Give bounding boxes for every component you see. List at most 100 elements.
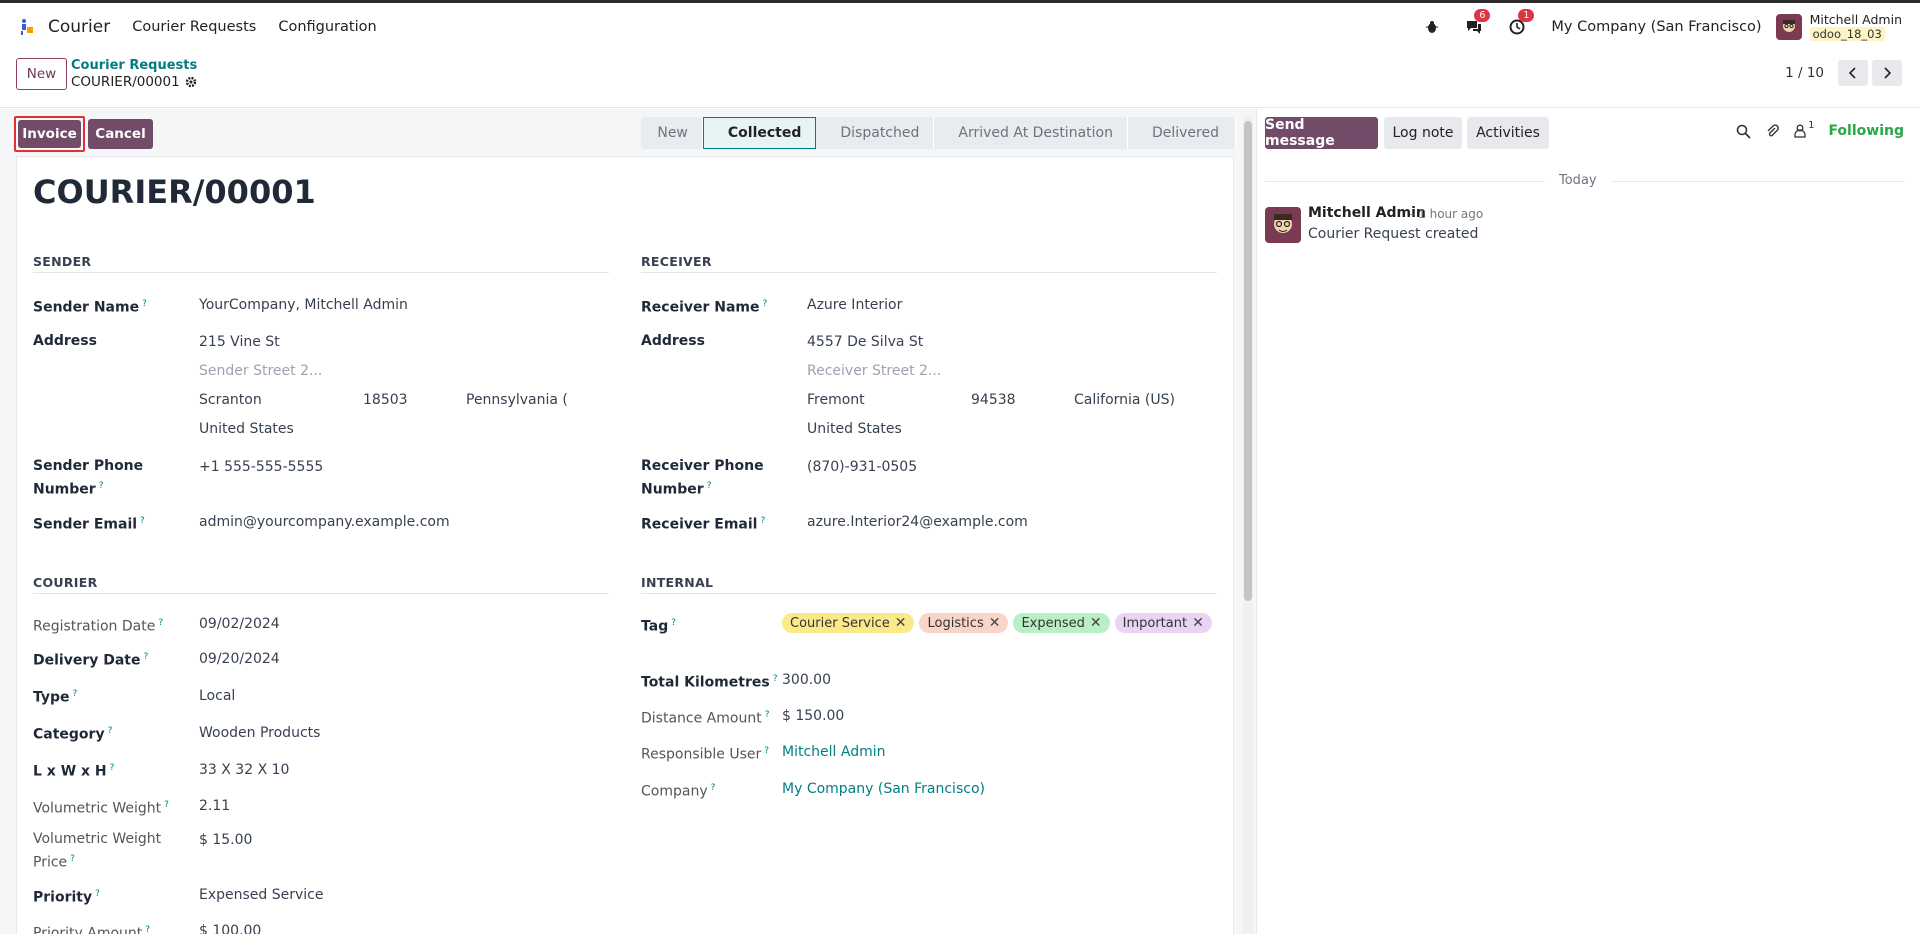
chatter-panel: Send message Log note Activities 1 Follo…	[1256, 109, 1920, 934]
tag-remove-icon[interactable]: ✕	[1090, 615, 1102, 631]
stage-arrived-at-destination[interactable]: Arrived At Destination	[934, 117, 1128, 149]
sender-email-label: Sender Email?	[33, 516, 145, 533]
tag-important: Important ✕	[1114, 613, 1212, 633]
stage-collected[interactable]: Collected	[702, 117, 817, 149]
paperclip-icon[interactable]	[1765, 123, 1780, 139]
gear-icon[interactable]	[185, 76, 197, 88]
user-name: Mitchell Admin	[1809, 11, 1902, 27]
receiver-email-label: Receiver Email?	[641, 516, 766, 533]
type-label: Type?	[33, 689, 78, 706]
stage-pipeline: New Collected Dispatched Arrived At Dest…	[641, 117, 1236, 149]
sender-name-field[interactable]: YourCompany, Mitchell Admin	[199, 295, 408, 315]
control-panel: New Courier Requests COURIER/00001 1 / 1…	[0, 50, 1920, 108]
menu-courier-requests[interactable]: Courier Requests	[132, 19, 256, 35]
registration-date-field[interactable]: 09/02/2024	[199, 614, 280, 634]
tag-logistics: Logistics ✕	[919, 613, 1009, 633]
pager-value[interactable]: 1 / 10	[1785, 65, 1824, 81]
receiver-phone-field[interactable]: (870)-931-0505	[807, 457, 917, 477]
form-scrollbar-thumb[interactable]	[1244, 121, 1252, 601]
sender-street2-field[interactable]: Sender Street 2...	[199, 361, 322, 381]
receiver-state-field[interactable]: California (US)	[1074, 390, 1175, 410]
type-field[interactable]: Local	[199, 686, 235, 706]
tag-remove-icon[interactable]: ✕	[989, 615, 1001, 631]
volumetric-weight-label: Volumetric Weight?	[33, 800, 169, 817]
delivery-date-label: Delivery Date?	[33, 652, 149, 669]
activities-clock-icon[interactable]: 1	[1509, 8, 1535, 37]
record-title: COURIER/00001	[33, 173, 316, 211]
receiver-name-field[interactable]: Azure Interior	[807, 295, 902, 315]
company-field[interactable]: My Company (San Francisco)	[782, 779, 985, 799]
stage-delivered[interactable]: Delivered	[1127, 117, 1236, 149]
distance-amount-field[interactable]: $ 150.00	[782, 706, 844, 726]
app-name[interactable]: Courier	[48, 17, 110, 37]
sender-email-field[interactable]: admin@yourcompany.example.com	[199, 512, 450, 532]
receiver-address-label: Address	[641, 333, 705, 349]
receiver-phone-label: Receiver Phone Number?	[641, 458, 764, 498]
invoice-button[interactable]: Invoice	[14, 116, 85, 152]
debug-bug-icon[interactable]	[1425, 17, 1439, 37]
activities-badge: 1	[1518, 8, 1535, 22]
tag-remove-icon[interactable]: ✕	[895, 615, 907, 631]
message-author-avatar[interactable]	[1265, 207, 1301, 243]
dimensions-label: L x W x H?	[33, 763, 115, 780]
sender-phone-field[interactable]: +1 555-555-5555	[199, 457, 323, 477]
company-switcher[interactable]: My Company (San Francisco)	[1551, 19, 1761, 35]
dimensions-field[interactable]: 33 X 32 X 10	[199, 760, 289, 780]
sender-street-field[interactable]: 215 Vine St	[199, 332, 280, 352]
search-icon[interactable]	[1736, 124, 1751, 139]
sender-section-title: SENDER	[33, 254, 92, 269]
tags-field[interactable]: Courier Service ✕ Logistics ✕ Expensed ✕ Im…	[782, 613, 1212, 633]
followers-button[interactable]: 1	[1794, 120, 1814, 138]
breadcrumb-current: COURIER/00001	[71, 74, 197, 90]
receiver-divider	[641, 272, 1217, 273]
priority-field[interactable]: Expensed Service	[199, 885, 324, 905]
log-note-button[interactable]: Log note	[1384, 117, 1462, 149]
receiver-zip-field[interactable]: 94538	[971, 390, 1016, 410]
stage-new[interactable]: New	[641, 117, 703, 149]
sender-state-field[interactable]: Pennsylvania (	[466, 390, 568, 410]
stage-dispatched[interactable]: Dispatched	[816, 117, 935, 149]
form-scrollbar[interactable]	[1243, 117, 1253, 934]
date-separator: Today	[1265, 173, 1905, 189]
receiver-street-field[interactable]: 4557 De Silva St	[807, 332, 923, 352]
messages-badge: 6	[1474, 8, 1491, 22]
activities-button[interactable]: Activities	[1467, 117, 1549, 149]
pager: 1 / 10	[1785, 60, 1902, 86]
receiver-street2-field[interactable]: Receiver Street 2...	[807, 361, 941, 381]
volumetric-weight-price-field[interactable]: $ 15.00	[199, 830, 252, 850]
priority-amount-field[interactable]: $ 100.00	[199, 921, 261, 934]
breadcrumb-parent[interactable]: Courier Requests	[71, 58, 197, 73]
receiver-city-field[interactable]: Fremont	[807, 390, 865, 410]
responsible-user-field[interactable]: Mitchell Admin	[782, 742, 886, 762]
form-sheet: COURIER/00001 SENDER Sender Name? YourCo…	[16, 156, 1234, 934]
messages-icon[interactable]: 6	[1465, 8, 1491, 37]
send-message-button[interactable]: Send message	[1265, 117, 1378, 149]
total-kilometres-label: Total Kilometres?	[641, 674, 778, 691]
new-button[interactable]: New	[16, 58, 67, 90]
user-menu[interactable]: Mitchell Admin odoo_18_03	[1809, 11, 1902, 42]
sender-zip-field[interactable]: 18503	[363, 390, 408, 410]
total-kilometres-field[interactable]: 300.00	[782, 670, 831, 690]
receiver-email-field[interactable]: azure.Interior24@example.com	[807, 512, 1028, 532]
message-author[interactable]: Mitchell Admin	[1308, 205, 1426, 221]
following-button[interactable]: Following	[1828, 123, 1904, 139]
cancel-button[interactable]: Cancel	[88, 119, 153, 149]
pager-previous-button[interactable]	[1838, 60, 1868, 86]
receiver-country-field[interactable]: United States	[807, 419, 902, 439]
pager-next-button[interactable]	[1872, 60, 1902, 86]
tag-courier-service: Courier Service ✕	[782, 613, 915, 633]
internal-divider	[641, 593, 1217, 594]
priority-amount-label: Priority Amount?	[33, 925, 151, 934]
category-field[interactable]: Wooden Products	[199, 723, 320, 743]
menu-configuration[interactable]: Configuration	[278, 19, 376, 35]
date-separator-label: Today	[1545, 173, 1611, 188]
user-avatar[interactable]	[1775, 13, 1802, 40]
tag-remove-icon[interactable]: ✕	[1192, 615, 1204, 631]
sender-city-field[interactable]: Scranton	[199, 390, 262, 410]
company-label: Company?	[641, 783, 716, 800]
delivery-date-field[interactable]: 09/20/2024	[199, 649, 280, 669]
message-timestamp: - 1 hour ago	[1410, 207, 1484, 221]
courier-app-icon[interactable]	[18, 18, 36, 36]
volumetric-weight-field[interactable]: 2.11	[199, 796, 230, 816]
sender-country-field[interactable]: United States	[199, 419, 294, 439]
